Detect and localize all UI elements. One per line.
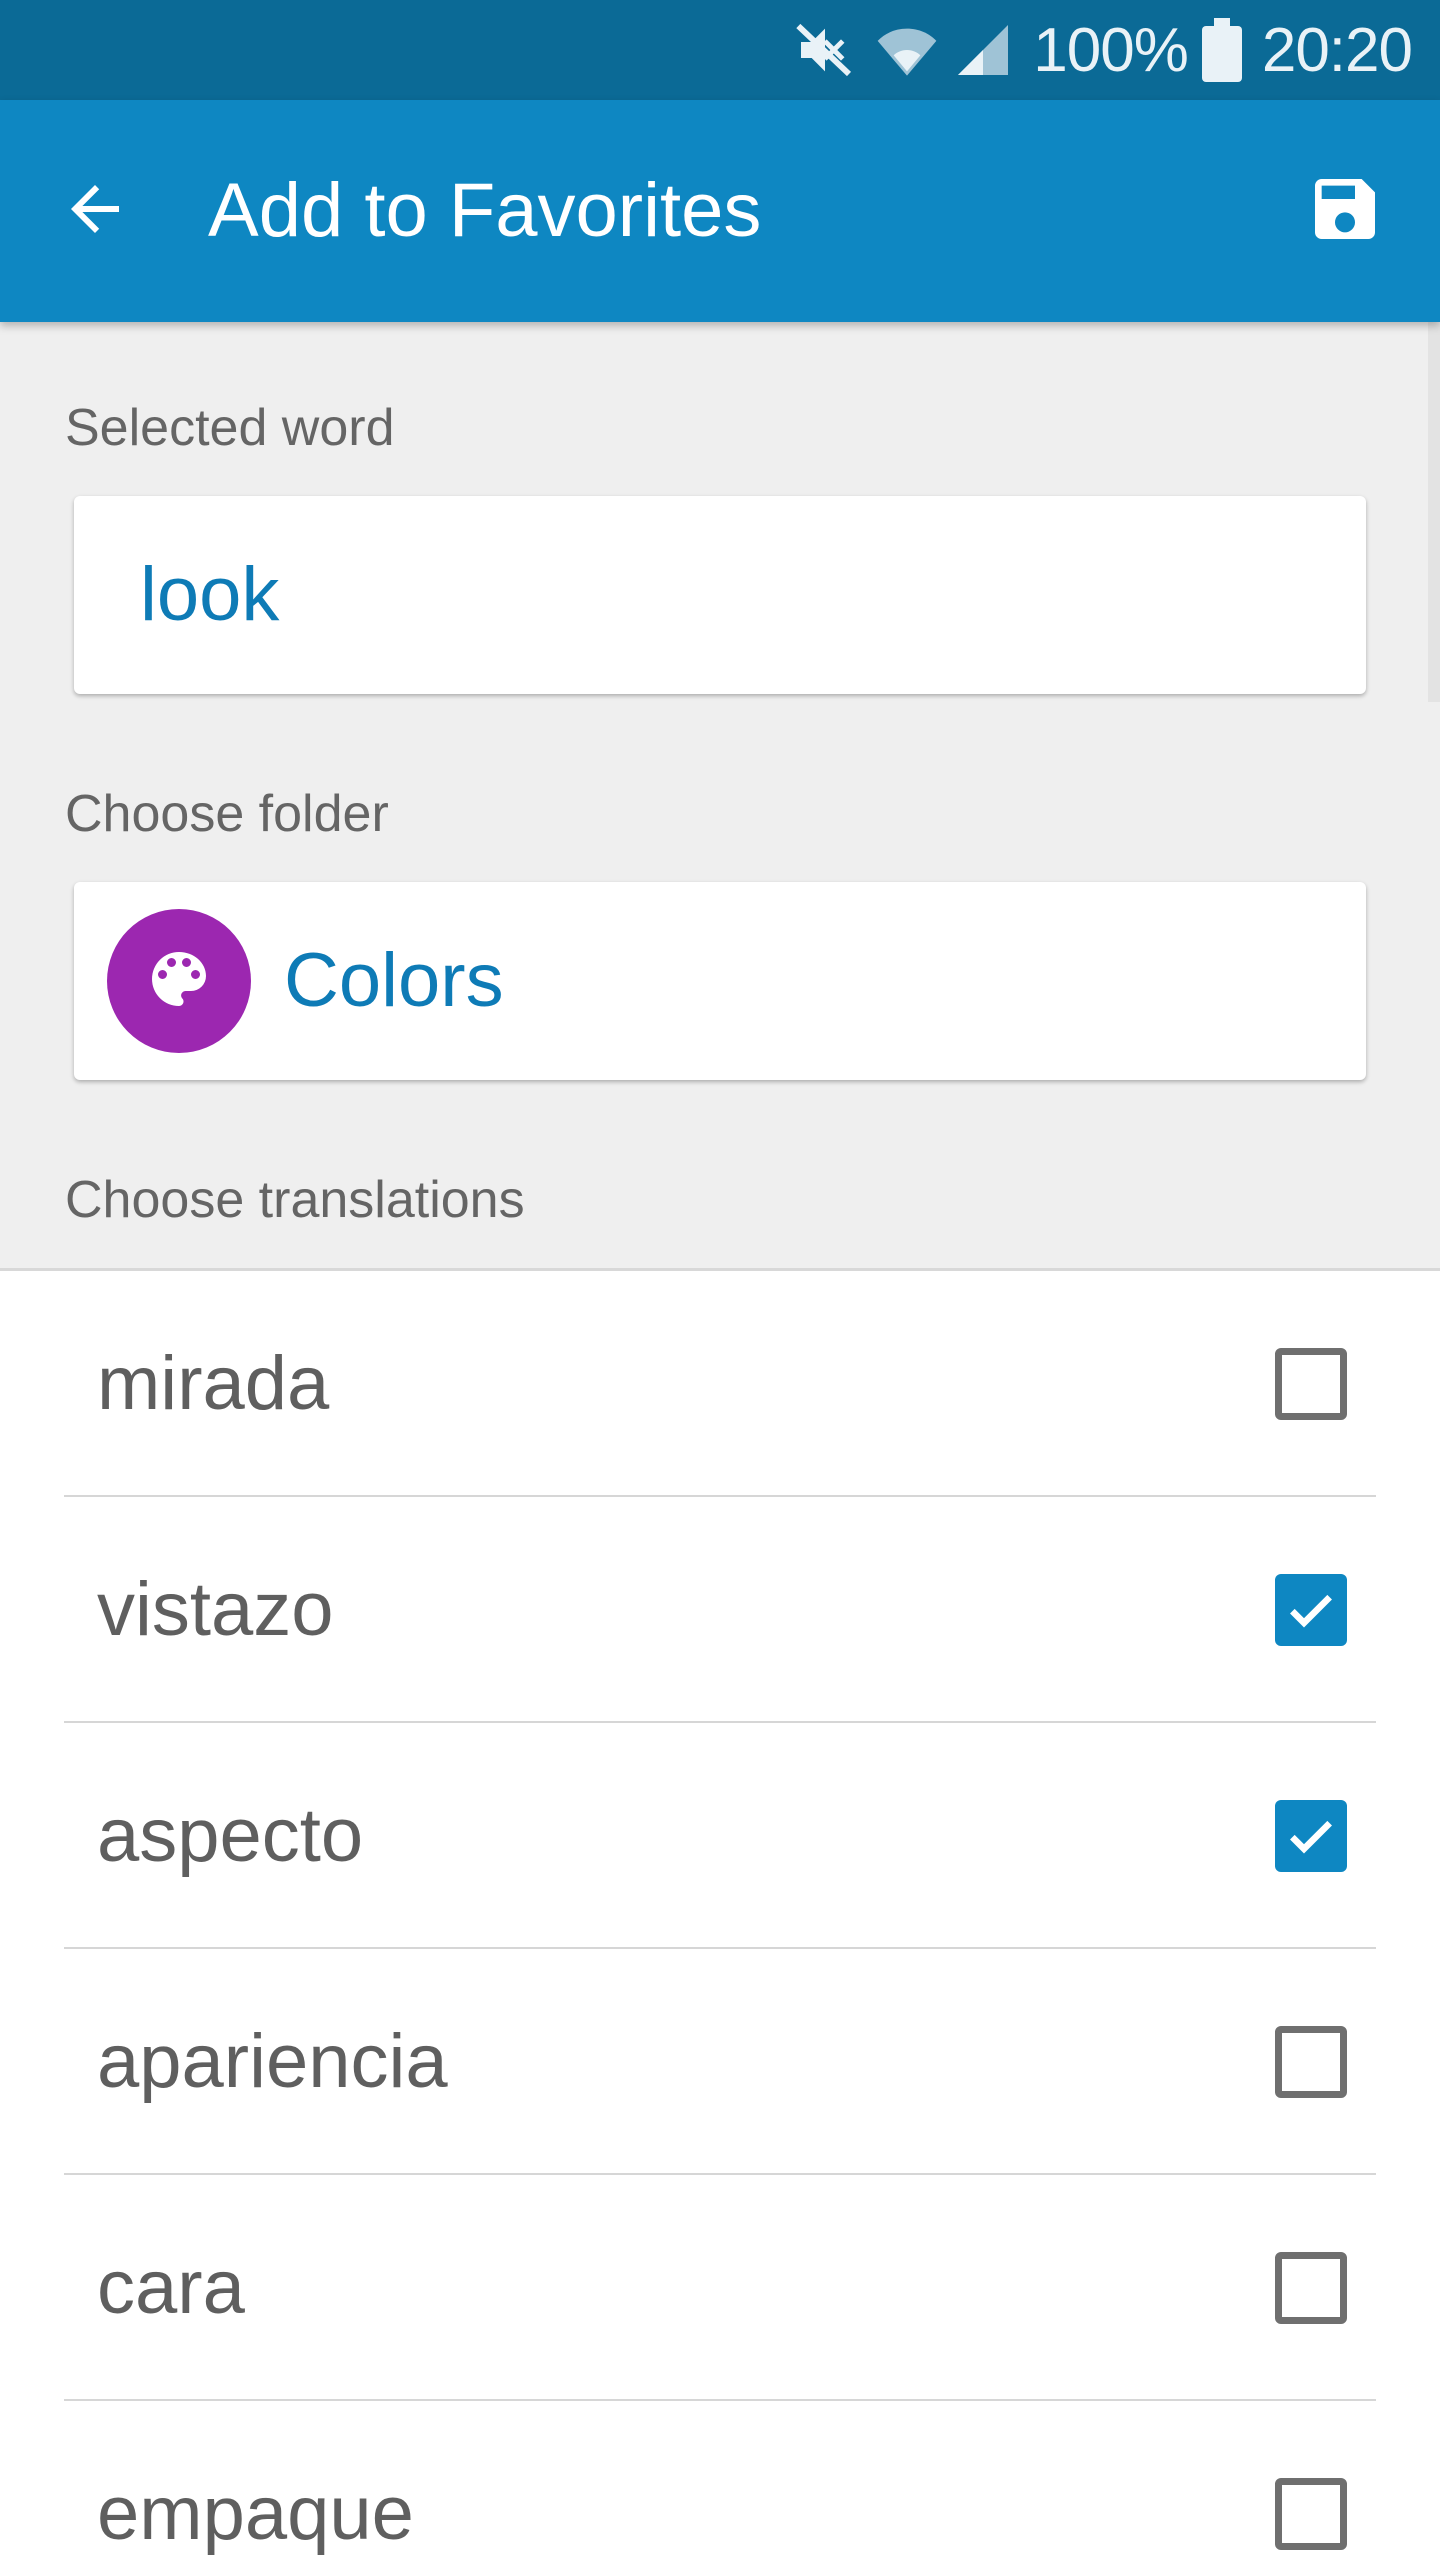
signal-icon: [953, 20, 1013, 80]
selected-word-label: Selected word: [65, 399, 395, 457]
list-item[interactable]: apariencia: [0, 1949, 1440, 2175]
choose-translations-label: Choose translations: [65, 1171, 525, 1229]
list-item[interactable]: aspecto: [0, 1723, 1440, 1949]
translation-text: mirada: [97, 1341, 330, 1426]
translations-list: mirada vistazo aspecto apariencia cara e…: [0, 1268, 1440, 2563]
list-item[interactable]: cara: [0, 2175, 1440, 2401]
choose-folder-label: Choose folder: [65, 785, 389, 843]
translation-text: empaque: [97, 2471, 414, 2556]
palette-icon: [143, 943, 215, 1020]
save-button[interactable]: [1300, 166, 1390, 256]
arrow-left-icon: [59, 173, 131, 250]
save-icon: [1305, 169, 1385, 254]
translation-text: cara: [97, 2245, 245, 2330]
folder-selector[interactable]: Colors: [74, 882, 1366, 1080]
clock: 20:20: [1261, 15, 1413, 85]
folder-name: Colors: [284, 938, 504, 1023]
selected-word-field[interactable]: look: [74, 496, 1366, 694]
translation-text: apariencia: [97, 2019, 448, 2104]
battery-icon: [1201, 18, 1242, 82]
list-item[interactable]: mirada: [0, 1271, 1440, 1497]
list-item[interactable]: vistazo: [0, 1497, 1440, 1723]
mute-icon: [793, 18, 857, 82]
translation-checkbox[interactable]: [1275, 2478, 1347, 2550]
translation-text: vistazo: [97, 1567, 334, 1652]
translation-checkbox[interactable]: [1275, 2026, 1347, 2098]
wifi-icon: [875, 18, 939, 82]
folder-avatar: [107, 909, 251, 1053]
app-bar: Add to Favorites: [0, 100, 1440, 322]
translation-checkbox[interactable]: [1275, 1800, 1347, 1872]
status-bar: 100% 20:20: [0, 0, 1440, 100]
check-icon: [1290, 1820, 1332, 1854]
page-title: Add to Favorites: [208, 168, 762, 253]
battery-level: 100%: [1033, 15, 1189, 85]
back-button[interactable]: [50, 166, 140, 256]
translation-text: aspecto: [97, 1793, 364, 1878]
status-icons: 100% 20:20: [793, 0, 1413, 100]
translation-checkbox[interactable]: [1275, 2252, 1347, 2324]
list-item[interactable]: empaque: [0, 2401, 1440, 2563]
translation-checkbox[interactable]: [1275, 1574, 1347, 1646]
scrollbar[interactable]: [1428, 322, 1440, 702]
translation-checkbox[interactable]: [1275, 1348, 1347, 1420]
check-icon: [1290, 1594, 1332, 1628]
selected-word-value: look: [140, 552, 280, 637]
